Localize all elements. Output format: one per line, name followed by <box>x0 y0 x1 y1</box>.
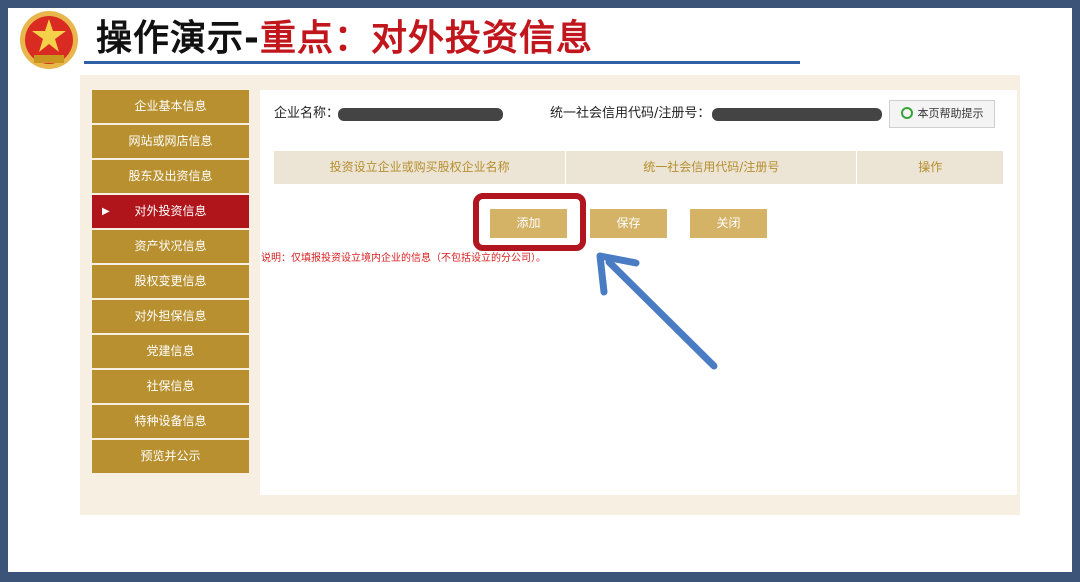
company-name-label: 企业名称： <box>274 106 340 121</box>
slide-title-topic: 重点：对外投资信息 <box>259 18 593 59</box>
sidebar-item-label: 对外投资信息 <box>134 204 207 218</box>
national-emblem-icon <box>20 11 78 69</box>
sidebar-item-social-security[interactable]: 社保信息 <box>92 370 249 403</box>
instruction-note: 说明：仅填报投资设立境内企业的信息（不包括设立的分公司）。 <box>261 253 546 264</box>
sidebar-item-basic-info[interactable]: 企业基本信息 <box>92 90 249 123</box>
help-icon <box>900 107 913 119</box>
column-header-action: 操作 <box>918 160 943 174</box>
sidebar-item-label: 股权变更信息 <box>134 274 207 288</box>
help-button-label: 本页帮助提示 <box>917 107 984 120</box>
watermark-text: 大数跨境 <box>39 552 104 571</box>
sidebar-item-label: 资产状况信息 <box>134 239 207 253</box>
sidebar-item-label: 网站或网店信息 <box>128 134 213 148</box>
save-button[interactable]: 保存 <box>590 209 667 238</box>
watermark: ᵒ°° 大数跨境 <box>12 548 104 572</box>
sidebar-item-special-equipment[interactable]: 特种设备信息 <box>92 405 249 438</box>
sidebar-item-label: 预览并公示 <box>140 449 201 463</box>
watermark-logo-icon: ᵒ°° <box>12 555 32 571</box>
redacted-credit-code <box>712 108 882 121</box>
sidebar-item-label: 股东及出资信息 <box>128 169 213 183</box>
sidebar-item-label: 社保信息 <box>146 379 195 393</box>
app-panel: 企业基本信息 网站或网店信息 股东及出资信息 ▶ 对外投资信息 资产状况信息 股权… <box>80 75 1020 515</box>
sidebar-item-label: 特种设备信息 <box>134 414 207 428</box>
sidebar-item-outbound-investment[interactable]: ▶ 对外投资信息 <box>92 195 249 228</box>
close-button[interactable]: 关闭 <box>690 209 767 238</box>
investment-table-header: 投资设立企业或购买股权企业名称 统一社会信用代码/注册号 操作 <box>274 151 1003 184</box>
sidebar-item-equity-change[interactable]: 股权变更信息 <box>92 265 249 298</box>
active-marker-icon: ▶ <box>102 206 110 217</box>
company-info-row: 企业名称： 统一社会信用代码/注册号： 本页帮助提示 <box>274 100 1005 128</box>
sidebar-item-party-building[interactable]: 党建信息 <box>92 335 249 368</box>
sidebar-item-label: 对外担保信息 <box>134 309 207 323</box>
sidebar-item-preview-publish[interactable]: 预览并公示 <box>92 440 249 473</box>
sidebar-item-website-info[interactable]: 网站或网店信息 <box>92 125 249 158</box>
column-header-company: 投资设立企业或购买股权企业名称 <box>274 151 567 184</box>
sidebar-item-assets[interactable]: 资产状况信息 <box>92 230 249 263</box>
slide-title: 操作演示-重点：对外投资信息 <box>96 14 593 64</box>
help-button[interactable]: 本页帮助提示 <box>889 100 995 128</box>
main-content: 企业名称： 统一社会信用代码/注册号： 本页帮助提示 投资设立企业或购买股权企业… <box>260 90 1017 495</box>
sidebar-item-label: 企业基本信息 <box>134 99 207 113</box>
credit-code-label: 统一社会信用代码/注册号： <box>550 106 711 121</box>
column-header-credit-code: 统一社会信用代码/注册号 <box>566 151 858 184</box>
redacted-company-name <box>338 108 503 121</box>
slide-title-prefix: 操作演示- <box>96 18 260 59</box>
add-button-highlight <box>473 193 586 251</box>
sidebar-item-shareholder-info[interactable]: 股东及出资信息 <box>92 160 249 193</box>
sidebar: 企业基本信息 网站或网店信息 股东及出资信息 ▶ 对外投资信息 资产状况信息 股权… <box>92 90 249 475</box>
sidebar-item-guarantee[interactable]: 对外担保信息 <box>92 300 249 333</box>
title-underline <box>84 61 800 64</box>
sidebar-item-label: 党建信息 <box>146 344 195 358</box>
